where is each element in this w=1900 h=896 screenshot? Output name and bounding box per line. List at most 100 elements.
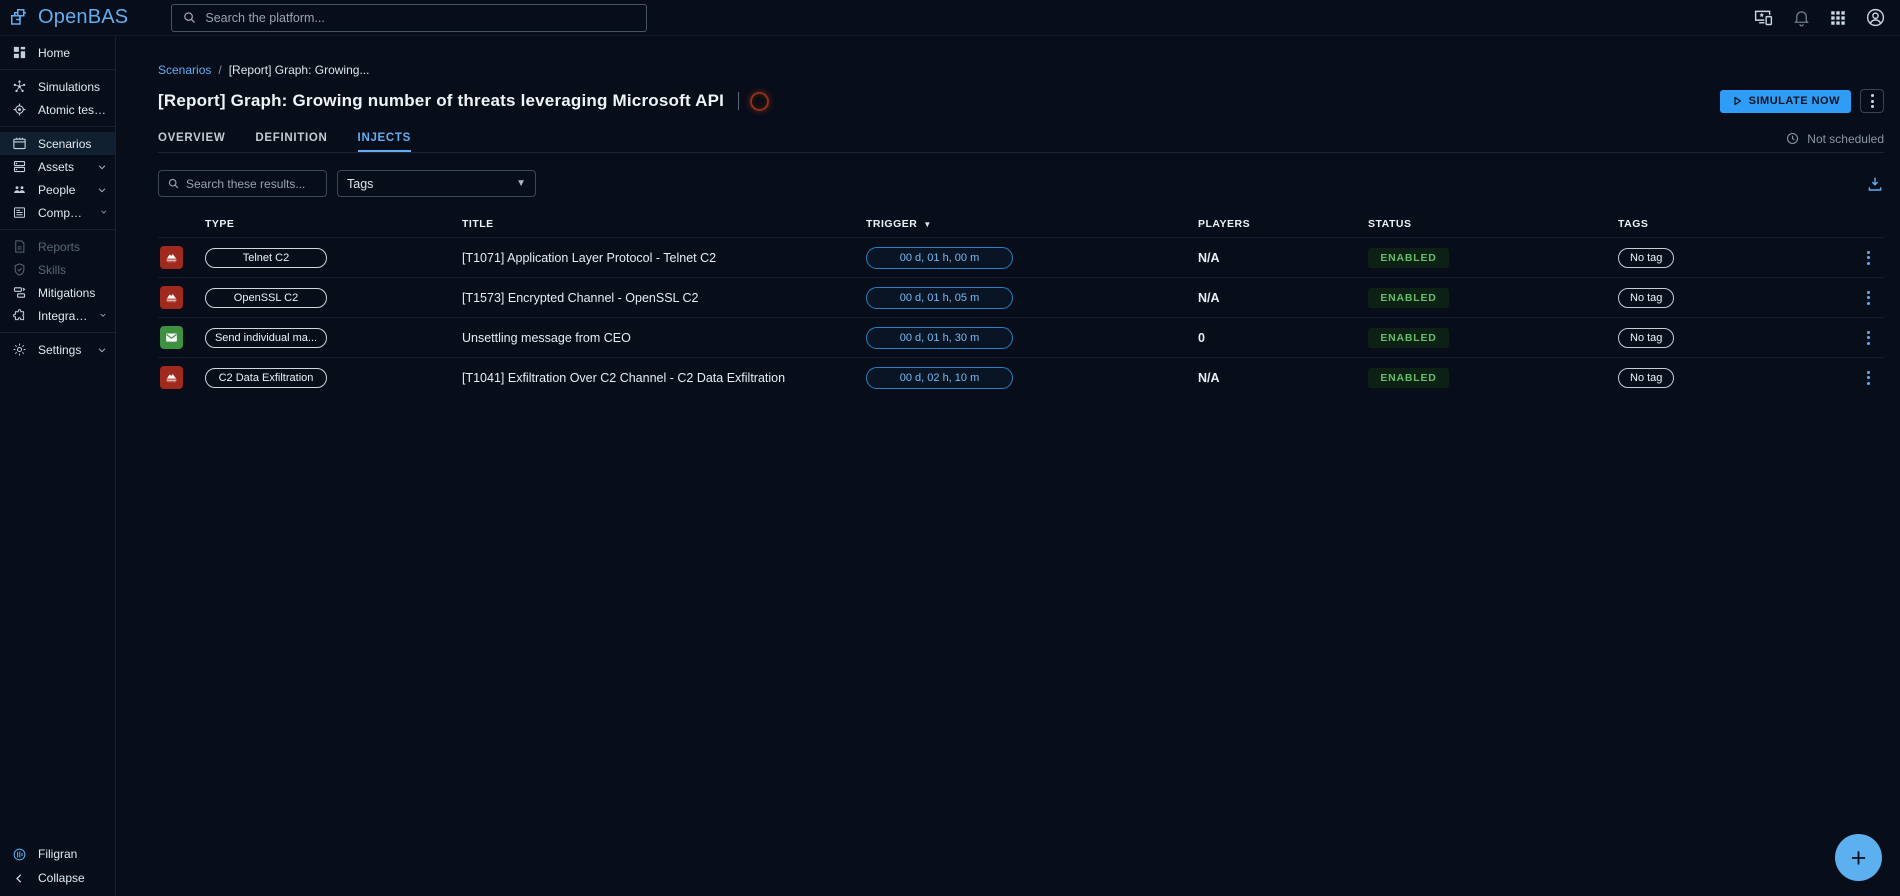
column-header-trigger[interactable]: TRIGGER ▼ (866, 218, 1198, 230)
search-icon (182, 10, 197, 25)
table-row[interactable]: C2 Data Exfiltration [T1041] Exfiltration… (158, 357, 1884, 397)
reports-icon (12, 239, 27, 254)
column-header-title[interactable]: TITLE (462, 218, 866, 230)
tag-chip: No tag (1618, 288, 1674, 308)
sidebar-divider (0, 69, 115, 70)
assets-icon (12, 159, 27, 174)
sidebar-footer-filigran[interactable]: Filigran (0, 842, 115, 866)
chevron-down-icon (97, 162, 107, 172)
bell-icon[interactable] (1792, 8, 1811, 27)
simulations-icon (12, 79, 27, 94)
scenario-menu-button[interactable] (1860, 89, 1884, 113)
row-menu-button[interactable] (1867, 251, 1870, 265)
column-header-status[interactable]: STATUS (1368, 218, 1618, 230)
email-inject-icon (160, 326, 183, 349)
tag-chip: No tag (1618, 248, 1674, 268)
inject-type-chip: OpenSSL C2 (205, 288, 327, 308)
inject-type-chip: C2 Data Exfiltration (205, 368, 327, 388)
sidebar-item-label: Settings (38, 343, 81, 357)
atomic-testings-icon (12, 102, 27, 117)
sidebar-item-settings[interactable]: Settings (0, 338, 115, 361)
device-feedback-icon[interactable] (1753, 7, 1774, 28)
simulate-now-button[interactable]: SIMULATE NOW (1720, 90, 1851, 113)
row-menu-button[interactable] (1867, 331, 1870, 345)
sidebar-divider (0, 332, 115, 333)
results-search[interactable] (158, 170, 327, 197)
sidebar-item-mitigations[interactable]: Mitigations (0, 281, 115, 304)
row-menu-button[interactable] (1867, 291, 1870, 305)
openbas-logo-text: OpenBAS (38, 6, 128, 29)
column-header-type[interactable]: TYPE (205, 218, 462, 230)
sidebar-item-label: Integrations (38, 309, 88, 323)
sidebar-item-people[interactable]: People (0, 178, 115, 201)
title-divider (738, 92, 739, 110)
breadcrumb-scenarios-link[interactable]: Scenarios (158, 63, 211, 77)
tab-definition[interactable]: DEFINITION (255, 132, 327, 152)
breadcrumb-current: [Report] Graph: Growing... (229, 63, 370, 77)
account-circle-icon[interactable] (1865, 7, 1886, 28)
sort-desc-icon: ▼ (923, 220, 931, 229)
status-badge: ENABLED (1368, 248, 1449, 268)
sidebar-item-label: Components (38, 206, 89, 220)
severity-ring-icon (752, 94, 767, 109)
tags-filter-dropdown[interactable]: Tags ▼ (337, 170, 536, 197)
players-value: N/A (1198, 251, 1368, 265)
tag-chip: No tag (1618, 328, 1674, 348)
inject-table-body: Telnet C2[T1071] Application Layer Proto… (158, 237, 1884, 397)
export-download-button[interactable] (1866, 175, 1884, 193)
sidebar-item-label: Assets (38, 160, 74, 174)
sidebar-item-atomic-testings[interactable]: Atomic testings (0, 98, 115, 121)
sidebar-item-label: Filigran (38, 847, 77, 861)
tag-chip: No tag (1618, 368, 1674, 388)
kebab-icon (1871, 94, 1874, 108)
tab-overview[interactable]: OVERVIEW (158, 132, 225, 152)
column-header-tags[interactable]: TAGS (1618, 218, 1838, 230)
sidebar-divider (0, 229, 115, 230)
platform-search[interactable] (171, 4, 647, 32)
sidebar-item-integrations[interactable]: Integrations (0, 304, 115, 327)
openbas-logo[interactable]: OpenBAS (8, 6, 128, 30)
sidebar-nav: Home Simulations Atomic testings Scenarios A… (0, 41, 115, 361)
sidebar-item-label: Skills (38, 263, 66, 277)
inject-title: [T1041] Exfiltration Over C2 Channel - C… (462, 371, 866, 385)
sidebar-item-scenarios[interactable]: Scenarios (0, 132, 115, 155)
play-icon (1731, 95, 1743, 107)
apps-grid-icon[interactable] (1829, 9, 1847, 27)
table-row[interactable]: Send individual ma...Unsettling message … (158, 317, 1884, 357)
trigger-time-chip: 00 d, 01 h, 30 m (866, 327, 1013, 349)
trigger-time-chip: 00 d, 01 h, 00 m (866, 247, 1013, 269)
clock-icon (1785, 131, 1800, 146)
inject-title: [T1071] Application Layer Protocol - Tel… (462, 251, 866, 265)
platform-search-input[interactable] (205, 11, 636, 25)
people-icon (12, 182, 27, 197)
row-menu-button[interactable] (1867, 371, 1870, 385)
components-icon (12, 205, 27, 220)
caldera-inject-icon (160, 246, 183, 269)
sidebar-item-simulations[interactable]: Simulations (0, 75, 115, 98)
sidebar-footer: Filigran Collapse (0, 842, 115, 890)
breadcrumb: Scenarios / [Report] Graph: Growing... (158, 63, 1884, 77)
breadcrumb-separator: / (218, 63, 221, 77)
tabs-bar: OVERVIEW DEFINITION INJECTS Not schedule… (158, 126, 1884, 153)
sidebar-item-reports: Reports (0, 235, 115, 258)
table-row[interactable]: OpenSSL C2[T1573] Encrypted Channel - Op… (158, 277, 1884, 317)
sidebar-item-label: Simulations (38, 80, 100, 94)
sidebar-item-label: Collapse (38, 871, 85, 885)
add-inject-fab[interactable]: + (1835, 834, 1882, 881)
sidebar: Home Simulations Atomic testings Scenarios A… (0, 36, 116, 896)
trigger-time-chip: 00 d, 02 h, 10 m (866, 367, 1013, 389)
chevron-down-icon (97, 185, 107, 195)
sidebar-item-skills: Skills (0, 258, 115, 281)
topbar: OpenBAS (0, 0, 1900, 36)
table-row[interactable]: Telnet C2[T1071] Application Layer Proto… (158, 237, 1884, 277)
sidebar-item-components[interactable]: Components (0, 201, 115, 224)
sidebar-item-assets[interactable]: Assets (0, 155, 115, 178)
status-badge: ENABLED (1368, 288, 1449, 308)
results-search-input[interactable] (186, 177, 318, 191)
skills-icon (12, 262, 27, 277)
sidebar-footer-collapse[interactable]: Collapse (0, 866, 115, 890)
tab-injects[interactable]: INJECTS (358, 132, 411, 152)
sidebar-item-home[interactable]: Home (0, 41, 115, 64)
column-header-players[interactable]: PLAYERS (1198, 218, 1368, 230)
sidebar-item-label: Reports (38, 240, 80, 254)
